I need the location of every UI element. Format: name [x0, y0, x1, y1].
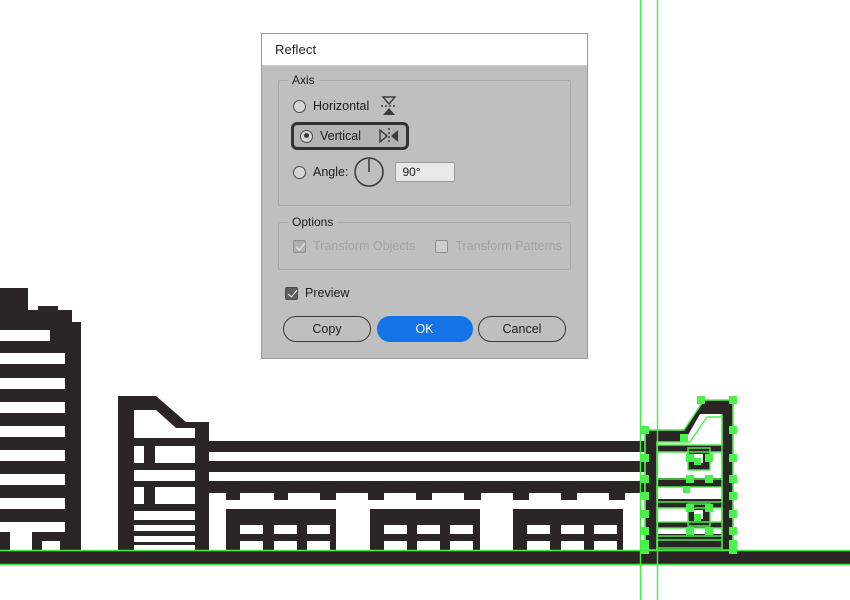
mid-left-building [118, 396, 209, 550]
radio-row-vertical[interactable]: Vertical [291, 122, 409, 150]
checkbox-row-transform-objects: Transform Objects [293, 239, 415, 253]
options-group-legend: Options [288, 215, 338, 229]
angle-dial-icon[interactable] [353, 156, 385, 188]
copy-button[interactable]: Copy [283, 316, 371, 342]
radio-row-angle[interactable]: Angle: 90° [291, 157, 558, 187]
mid-left-building-windows [134, 410, 195, 550]
axis-group-legend: Axis [288, 73, 319, 87]
centre-long-building [209, 441, 664, 550]
dialog-button-row: Copy OK Cancel [278, 316, 571, 342]
options-inner: Transform Objects Transform Patterns [279, 223, 570, 269]
options-groupbox: Options Transform Objects Transform Patt… [278, 215, 571, 270]
radio-label-vertical: Vertical [320, 129, 361, 143]
vertical-reflect-icon [378, 126, 400, 146]
radio-label-horizontal: Horizontal [313, 99, 370, 113]
reflect-dialog[interactable]: Reflect Axis Horizontal Vertical Angle: … [261, 33, 588, 359]
left-tower-building [0, 288, 81, 550]
dialog-body: Axis Horizontal Vertical Angle: 90° Opti… [262, 66, 587, 358]
dialog-title: Reflect [275, 42, 317, 57]
checkbox-transform-objects [293, 239, 306, 253]
checkbox-row-transform-patterns: Transform Patterns [435, 239, 562, 253]
ground-band [0, 550, 850, 565]
checkbox-label-transform-patterns: Transform Patterns [455, 239, 562, 253]
horizontal-reflect-icon [379, 95, 399, 117]
radio-row-horizontal[interactable]: Horizontal [291, 94, 558, 118]
radio-label-angle: Angle: [313, 165, 349, 179]
axis-groupbox: Axis Horizontal Vertical Angle: 90° [278, 73, 571, 206]
ok-button[interactable]: OK [376, 316, 473, 342]
radio-horizontal[interactable] [293, 99, 306, 113]
checkbox-label-preview: Preview [305, 286, 350, 300]
checkbox-label-transform-objects: Transform Objects [313, 239, 416, 253]
checkbox-transform-patterns [435, 239, 449, 253]
angle-input[interactable]: 90° [395, 162, 456, 182]
cancel-button[interactable]: Cancel [478, 316, 566, 342]
checkbox-row-preview[interactable]: Preview [285, 286, 571, 300]
checkbox-preview[interactable] [285, 286, 298, 300]
radio-vertical[interactable] [300, 129, 313, 143]
radio-angle[interactable] [293, 165, 306, 179]
dialog-titlebar[interactable]: Reflect [262, 34, 587, 66]
